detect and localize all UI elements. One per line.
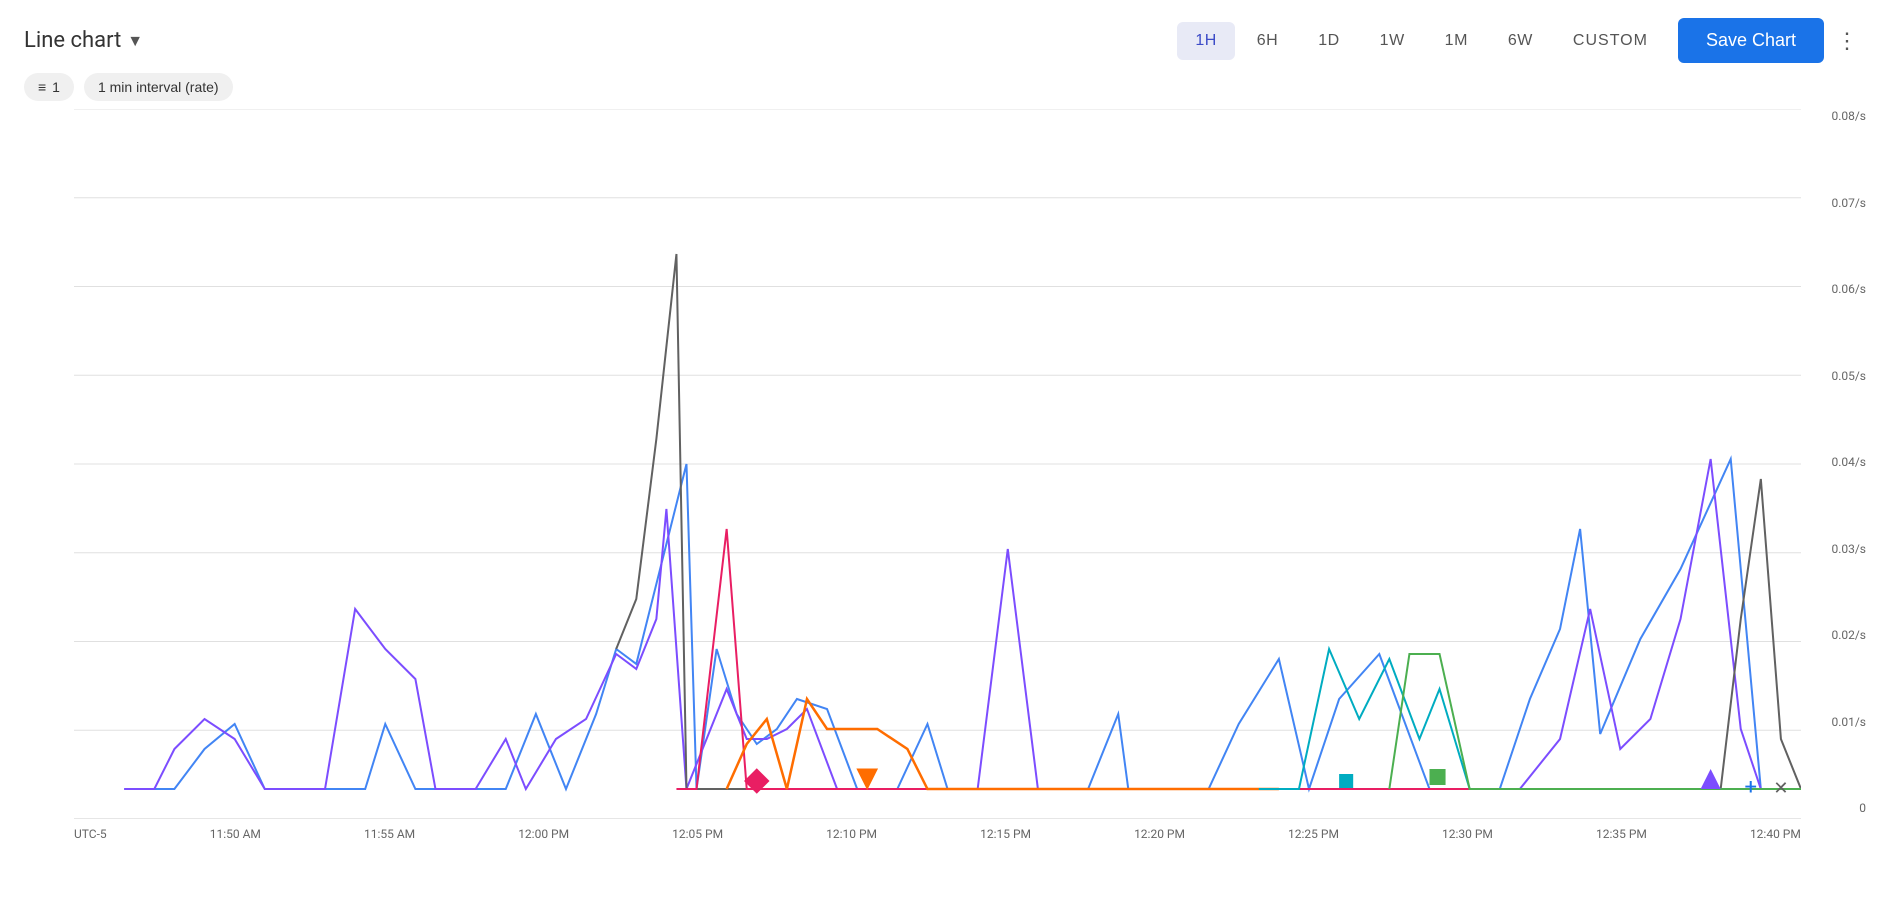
x-label-1200: 12:00 PM <box>518 827 569 841</box>
header: Line chart ▼ 1H 6H 1D 1W 1M 6W CUSTOM Sa… <box>0 0 1890 73</box>
x-label-1210: 12:10 PM <box>826 827 877 841</box>
time-btn-6h[interactable]: 6H <box>1239 22 1296 60</box>
y-label-3: 0.03/s <box>1831 542 1866 556</box>
time-btn-custom[interactable]: CUSTOM <box>1555 22 1666 60</box>
y-label-1: 0.01/s <box>1831 715 1866 729</box>
x-label-1240: 12:40 PM <box>1750 827 1801 841</box>
x-label-1155: 11:55 AM <box>364 827 415 841</box>
more-options-button[interactable]: ⋮ <box>1828 22 1866 60</box>
save-chart-button[interactable]: Save Chart <box>1678 18 1824 63</box>
chart-title-text: Line chart <box>24 28 121 53</box>
chart-type-dropdown-icon[interactable]: ▼ <box>127 31 143 51</box>
subheader: ≡ 1 1 min interval (rate) <box>0 73 1890 109</box>
svg-text:✕: ✕ <box>1773 778 1788 799</box>
chart-area: 0.08/s 0.07/s 0.06/s 0.05/s 0.04/s 0.03/… <box>24 109 1866 869</box>
y-label-6: 0.06/s <box>1831 282 1866 296</box>
filter-icon: ≡ <box>38 79 46 95</box>
x-label-1230: 12:30 PM <box>1442 827 1493 841</box>
x-label-1205: 12:05 PM <box>672 827 723 841</box>
time-btn-1d[interactable]: 1D <box>1300 22 1357 60</box>
x-label-1235: 12:35 PM <box>1596 827 1647 841</box>
y-label-7: 0.07/s <box>1831 196 1866 210</box>
time-btn-1h[interactable]: 1H <box>1177 22 1234 60</box>
svg-text:+: + <box>1745 775 1758 800</box>
time-btn-1w[interactable]: 1W <box>1362 22 1423 60</box>
chart-svg: + ✕ <box>74 109 1801 819</box>
x-label-1220: 12:20 PM <box>1134 827 1185 841</box>
y-label-5: 0.05/s <box>1831 369 1866 383</box>
time-controls: 1H 6H 1D 1W 1M 6W CUSTOM Save Chart ⋮ <box>1177 18 1866 63</box>
time-btn-1m[interactable]: 1M <box>1427 22 1486 60</box>
chart-container: 0.08/s 0.07/s 0.06/s 0.05/s 0.04/s 0.03/… <box>24 109 1866 869</box>
filter-count: 1 <box>52 79 60 95</box>
interval-button[interactable]: 1 min interval (rate) <box>84 73 233 101</box>
time-btn-6w[interactable]: 6W <box>1490 22 1551 60</box>
y-label-0: 0 <box>1859 801 1866 815</box>
x-label-1150: 11:50 AM <box>210 827 261 841</box>
x-label-1225: 12:25 PM <box>1288 827 1339 841</box>
y-label-4: 0.04/s <box>1831 455 1866 469</box>
y-label-2: 0.02/s <box>1831 628 1866 642</box>
y-axis: 0.08/s 0.07/s 0.06/s 0.05/s 0.04/s 0.03/… <box>1806 109 1866 819</box>
x-label-utc: UTC-5 <box>74 827 107 841</box>
chart-title: Line chart ▼ <box>24 28 1165 53</box>
y-label-8: 0.08/s <box>1831 109 1866 123</box>
x-label-1215: 12:15 PM <box>980 827 1031 841</box>
filter-button[interactable]: ≡ 1 <box>24 73 74 101</box>
x-axis: UTC-5 11:50 AM 11:55 AM 12:00 PM 12:05 P… <box>74 819 1801 869</box>
